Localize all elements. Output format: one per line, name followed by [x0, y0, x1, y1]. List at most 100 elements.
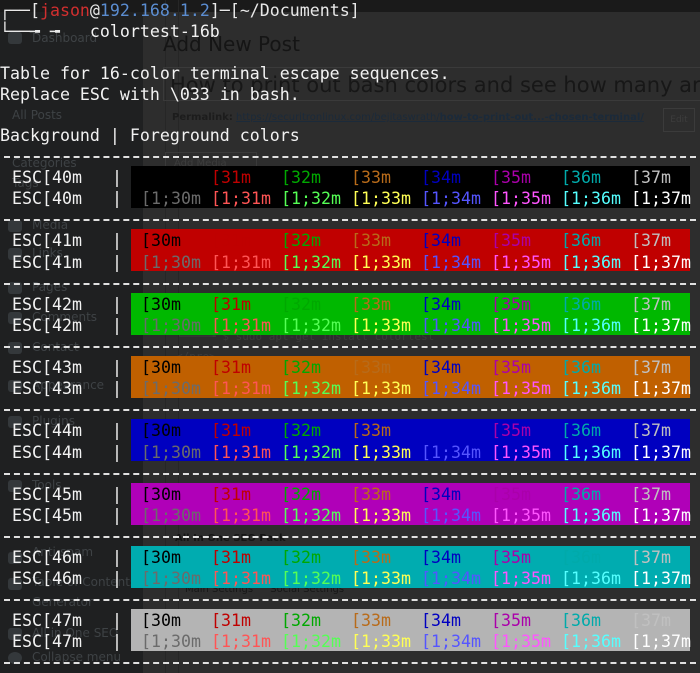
fg-code-normal: [34m: [421, 611, 461, 631]
bg-escape-label: ESC[40m: [12, 168, 82, 187]
column-divider: |: [112, 252, 122, 272]
fg-code-bold: [1;35m: [491, 442, 551, 462]
fg-code-normal: [33m: [351, 547, 391, 567]
prompt-line-1: ┌──[jason@192.168.1.2]─[~/Documents]: [0, 0, 360, 21]
fg-code-bold: [1;33m: [351, 252, 411, 272]
fg-code-normal: [30m: [141, 547, 181, 567]
fg-code-normal: [36m: [561, 547, 601, 567]
fg-code-bold: [1;32m: [281, 442, 341, 462]
fg-code-normal: [35m: [491, 168, 531, 187]
fg-code-bold: [1;35m: [491, 632, 551, 652]
fg-code-bold: [1;32m: [281, 315, 341, 335]
fg-code-normal: [32m: [281, 547, 321, 567]
separator-dashed-line: [4, 409, 696, 412]
column-divider: |: [112, 442, 122, 462]
fg-code-bold: [1;37m: [631, 252, 691, 272]
prompt-corner-bottom: └──╼ ╼: [0, 22, 90, 42]
column-divider: |: [112, 611, 122, 631]
column-divider: |: [112, 294, 122, 314]
fg-code-bold: [1;33m: [351, 379, 411, 399]
fg-code-normal: [32m: [281, 611, 321, 631]
separator-dashed-line: [4, 472, 696, 475]
separator-dashed-line: [4, 219, 696, 222]
fg-code-bold: [1;31m: [211, 505, 271, 525]
bg-escape-label: ESC[41m: [12, 252, 82, 272]
fg-code-bold: [1;36m: [561, 379, 621, 399]
fg-code-bold: [1;35m: [491, 315, 551, 335]
column-divider: |: [112, 505, 122, 525]
fg-code-normal: [35m: [491, 611, 531, 631]
fg-code-bold: [1;33m: [351, 569, 411, 589]
table-header: Background | Foreground colors: [0, 126, 300, 145]
fg-code-normal: [35m: [491, 294, 531, 314]
fg-code-bold: [1;33m: [351, 315, 411, 335]
fg-code-normal: [33m: [351, 484, 391, 504]
fg-code-bold: [1;37m: [631, 569, 691, 589]
fg-code-normal: [35m: [491, 357, 531, 377]
fg-code-normal: [34m: [421, 231, 461, 251]
fg-code-normal: [32m: [281, 421, 321, 441]
fg-code-normal: [33m: [351, 421, 391, 441]
fg-code-bold: [1;35m: [491, 252, 551, 272]
separator-dashed-line: [4, 156, 696, 158]
fg-code-bold: [1;37m: [631, 189, 691, 209]
fg-code-normal: [37m: [631, 168, 671, 187]
fg-code-normal: [35m: [491, 421, 531, 441]
column-divider: |: [112, 379, 122, 399]
fg-code-normal: [31m: [211, 484, 251, 504]
fg-code-bold: [1;34m: [421, 189, 481, 209]
command-text: colortest-16b: [89, 22, 220, 42]
fg-code-bold: [1;32m: [281, 632, 341, 652]
column-divider: |: [112, 231, 122, 251]
fg-code-bold: [1;30m: [141, 569, 201, 589]
fg-code-normal: [37m: [631, 421, 671, 441]
fg-code-bold: [1;33m: [351, 505, 411, 525]
column-divider: |: [112, 547, 122, 567]
column-divider: |: [112, 484, 122, 504]
fg-code-bold: [1;36m: [561, 315, 621, 335]
bg-escape-label: ESC[42m: [12, 294, 82, 314]
fg-code-bold: [1;30m: [141, 505, 201, 525]
fg-code-bold: [1;36m: [561, 252, 621, 272]
bg-escape-label: ESC[44m: [12, 442, 82, 462]
fg-code-bold: [1;35m: [491, 379, 551, 399]
fg-code-normal: [36m: [561, 231, 601, 251]
fg-code-normal: [31m: [211, 611, 251, 631]
fg-code-normal: [36m: [561, 484, 601, 504]
fg-code-normal: [32m: [281, 357, 321, 377]
fg-code-normal: [36m: [561, 421, 601, 441]
fg-code-normal: [31m: [211, 231, 251, 251]
separator-dashed-line: [4, 282, 696, 285]
fg-code-normal: [33m: [351, 357, 391, 377]
bg-escape-label: ESC[45m: [12, 484, 82, 504]
fg-code-bold: [1;36m: [561, 442, 621, 462]
fg-code-bold: [1;36m: [561, 189, 621, 209]
fg-code-bold: [1;34m: [421, 315, 481, 335]
fg-code-normal: [37m: [631, 294, 671, 314]
bg-escape-label: ESC[47m: [12, 611, 82, 631]
fg-code-normal: [34m: [421, 294, 461, 314]
fg-code-normal: [36m: [561, 357, 601, 377]
fg-code-bold: [1;30m: [141, 252, 201, 272]
intro-line-2: Replace ESC with \033 in bash.: [0, 85, 300, 105]
fg-code-bold: [1;31m: [211, 632, 271, 652]
fg-code-normal: [32m: [281, 231, 321, 251]
fg-code-bold: [1;31m: [211, 315, 271, 335]
fg-code-normal: [37m: [631, 611, 671, 631]
separator-dashed-line: [4, 662, 696, 665]
fg-code-normal: [34m: [421, 547, 461, 567]
column-divider: |: [112, 315, 122, 335]
prompt-separator: ]─[: [209, 1, 240, 20]
fg-code-normal: [36m: [561, 611, 601, 631]
terminal-window[interactable]: ┌──[jason@192.168.1.2]─[~/Documents] └──…: [0, 0, 700, 673]
separator-dashed-line: [4, 535, 696, 538]
fg-code-bold: [1;30m: [141, 189, 201, 209]
fg-code-normal: [30m: [141, 611, 181, 631]
fg-code-normal: [31m: [211, 294, 251, 314]
fg-code-bold: [1;33m: [351, 189, 411, 209]
fg-code-bold: [1;32m: [281, 379, 341, 399]
separator-dashed-line: [4, 345, 696, 348]
fg-code-bold: [1;35m: [491, 189, 551, 209]
fg-code-normal: [37m: [631, 231, 671, 251]
bg-escape-label: ESC[44m: [12, 421, 82, 441]
